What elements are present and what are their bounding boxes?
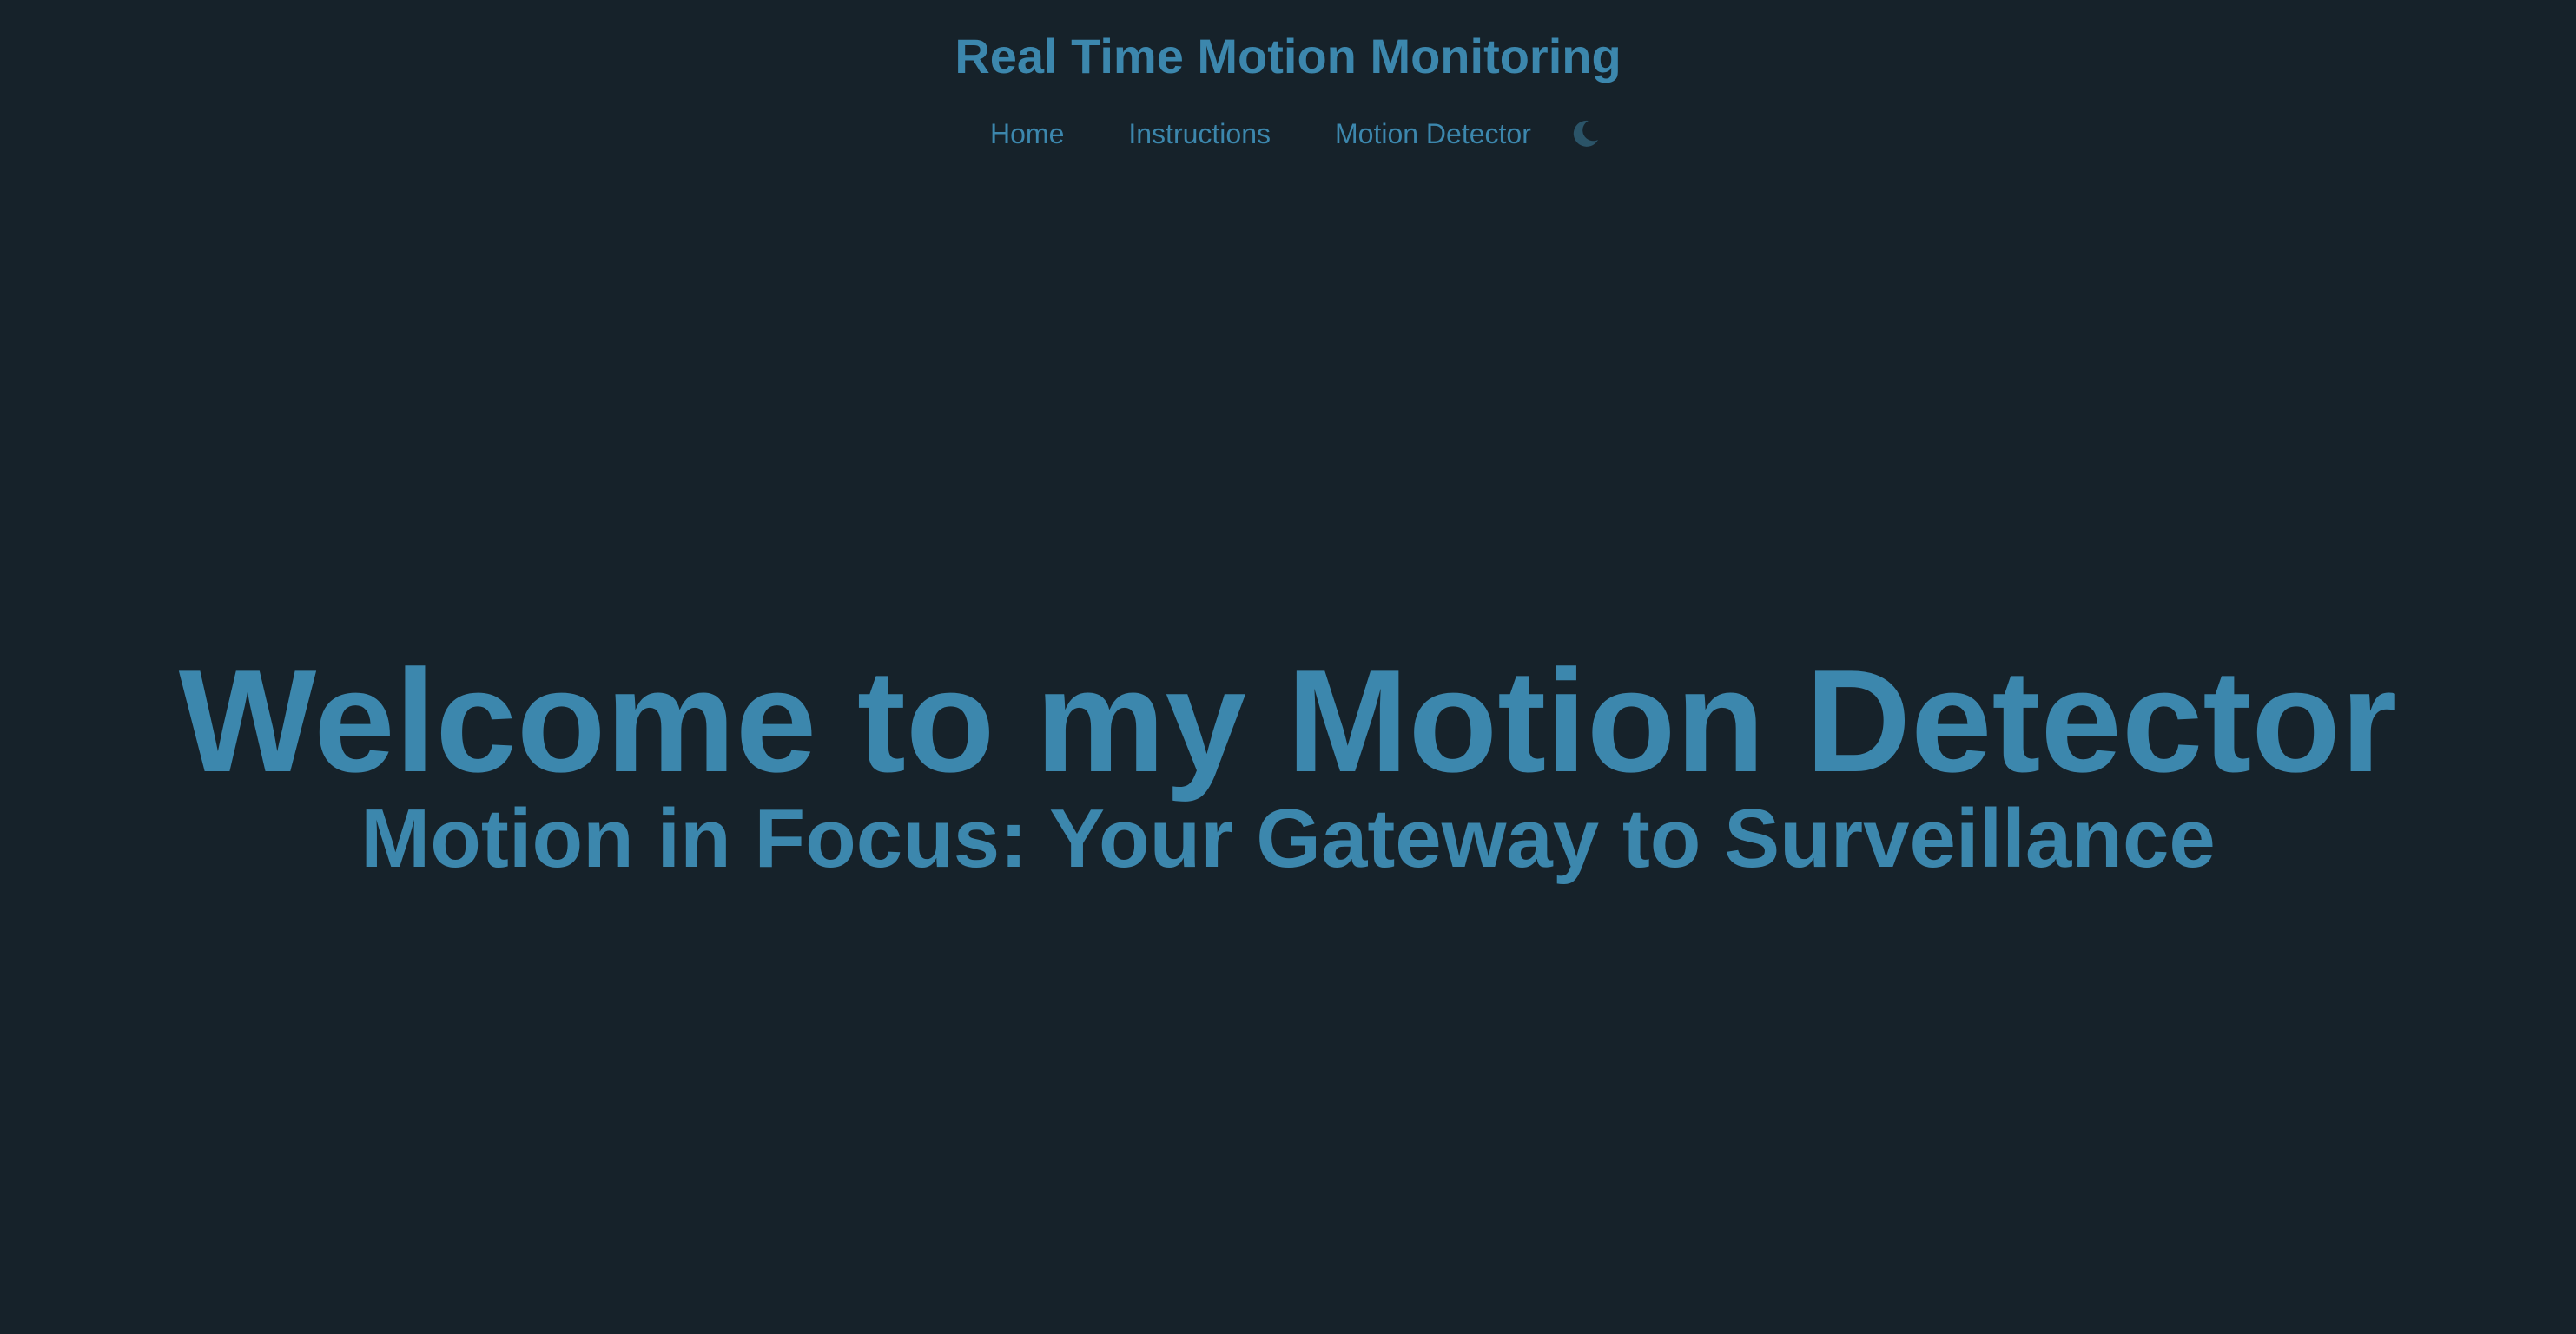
nav-link-motion-detector[interactable]: Motion Detector [1335,111,1531,156]
nav-link-home[interactable]: Home [990,111,1064,156]
moon-icon [1573,120,1598,147]
page: Real Time Motion Monitoring Home Instruc… [0,0,2576,1334]
main-nav: Home Instructions Motion Detector [990,111,1604,156]
theme-toggle-button[interactable] [1566,115,1604,153]
hero-section: Welcome to my Motion Detector Motion in … [0,643,2576,891]
hero-title: Welcome to my Motion Detector [178,639,2398,802]
hero-subtitle: Motion in Focus: Your Gateway to Surveil… [360,792,2216,885]
nav-link-instructions[interactable]: Instructions [1128,111,1271,156]
site-title: Real Time Motion Monitoring [954,29,1622,83]
site-header: Real Time Motion Monitoring Home Instruc… [0,0,2576,165]
